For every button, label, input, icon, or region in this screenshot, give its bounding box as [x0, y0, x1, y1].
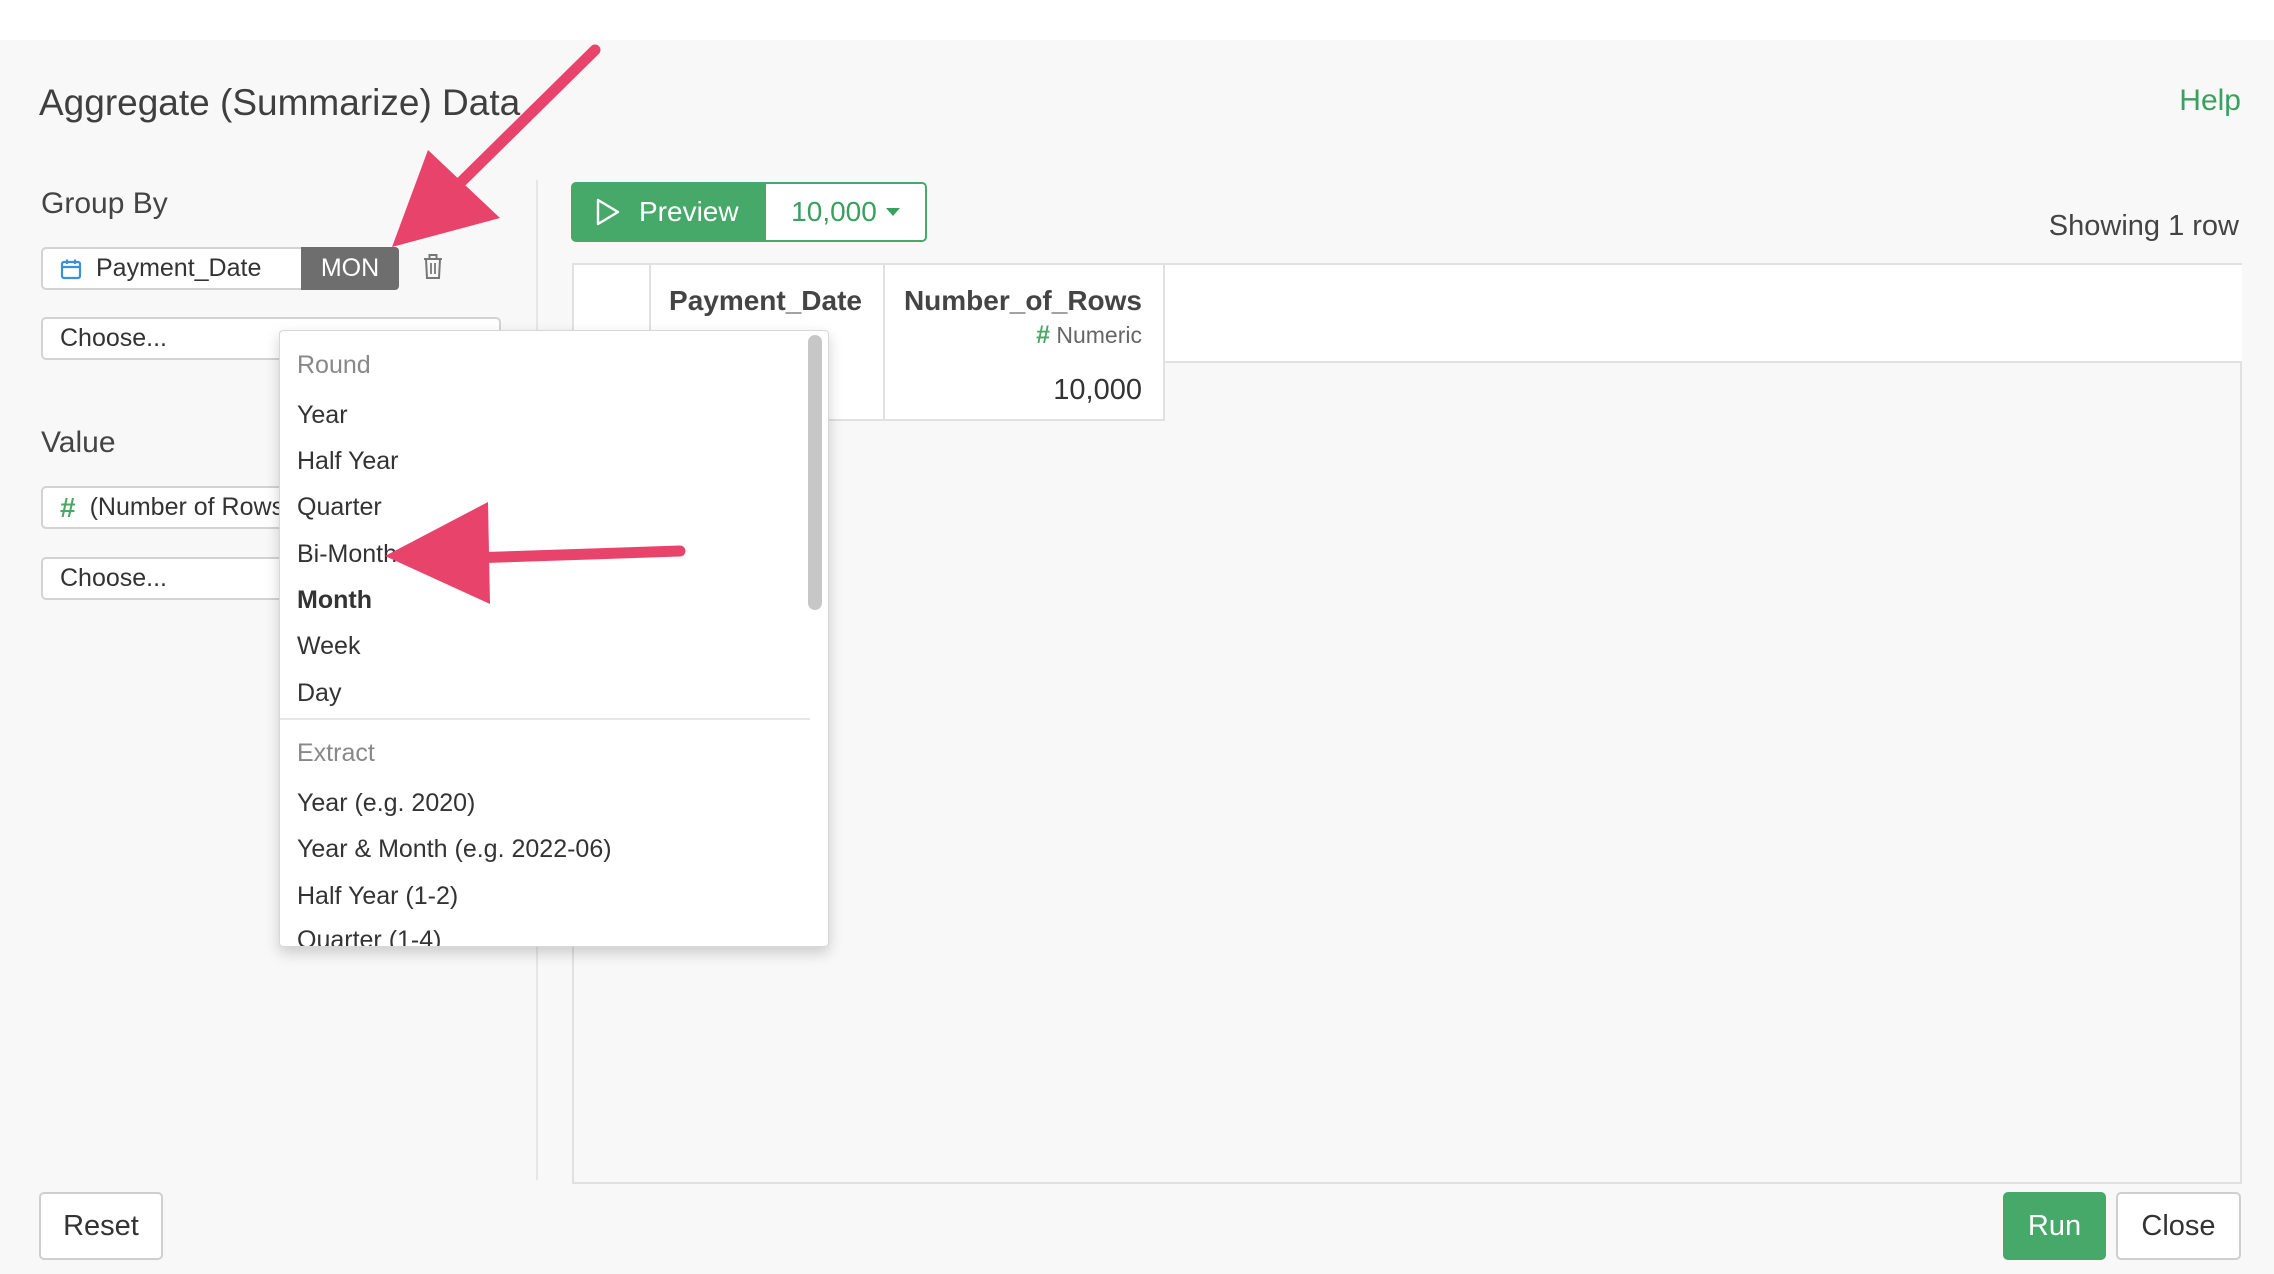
caret-down-icon [885, 208, 900, 216]
dropdown-header-extract: Extract [297, 739, 375, 767]
menu-item-day[interactable]: Day [297, 679, 341, 708]
reset-button[interactable]: Reset [39, 1192, 163, 1260]
row-count-status: Showing 1 row [2048, 210, 2239, 242]
numeric-hash-icon: # [60, 491, 76, 523]
preview-controls: Preview 10,000 [571, 182, 927, 242]
table-cell: 10,000 [885, 363, 1165, 421]
group-by-choose-label: Choose... [60, 324, 168, 352]
row-limit-value: 10,000 [791, 196, 877, 227]
date-unit-button[interactable]: MON [301, 247, 399, 290]
menu-item-year[interactable]: Year [297, 401, 348, 430]
aggregate-dialog: Aggregate (Summarize) Data Help Group By… [0, 40, 2274, 1274]
dropdown-divider [280, 718, 810, 720]
menu-item-week[interactable]: Week [297, 632, 360, 661]
play-icon [595, 198, 621, 226]
dialog-title: Aggregate (Summarize) Data [39, 82, 521, 123]
calendar-icon [60, 258, 82, 280]
date-unit-dropdown-menu: Round Year Half Year Quarter Bi-Month Mo… [279, 330, 829, 947]
run-button[interactable]: Run [2003, 1192, 2106, 1260]
group-by-field[interactable]: Payment_Date [41, 247, 303, 290]
close-button[interactable]: Close [2116, 1192, 2241, 1260]
menu-item-extract-quarter[interactable]: Quarter (1-4) [297, 926, 441, 946]
help-link[interactable]: Help [2179, 84, 2241, 118]
menu-item-extract-half-year[interactable]: Half Year (1-2) [297, 882, 458, 911]
group-by-label: Group By [41, 187, 168, 220]
numeric-hash-icon: # [1036, 321, 1050, 349]
menu-item-extract-year-month[interactable]: Year & Month (e.g. 2022-06) [297, 835, 612, 864]
dropdown-scrollbar[interactable] [808, 335, 822, 610]
menu-item-bi-month[interactable]: Bi-Month [297, 540, 397, 569]
trash-icon[interactable] [421, 253, 445, 286]
group-by-field-value: Payment_Date [96, 254, 262, 282]
value-choose-label: Choose... [60, 564, 168, 592]
preview-button-label: Preview [639, 196, 739, 227]
column-header-number-of-rows[interactable]: Number_of_Rows # Numeric [885, 265, 1165, 363]
dropdown-header-round: Round [297, 351, 371, 379]
menu-item-half-year[interactable]: Half Year [297, 447, 398, 476]
column-name: Number_of_Rows [903, 285, 1142, 316]
value-label: Value [41, 426, 116, 459]
menu-item-extract-year[interactable]: Year (e.g. 2020) [297, 789, 475, 818]
column-name: Payment_Date [669, 285, 862, 316]
value-field-value: (Number of Rows) [89, 493, 293, 521]
row-limit-dropdown[interactable]: 10,000 [766, 182, 927, 242]
menu-item-month[interactable]: Month [297, 586, 372, 615]
column-type: # Numeric [885, 321, 1142, 350]
menu-item-quarter[interactable]: Quarter [297, 493, 382, 522]
preview-button[interactable]: Preview [571, 182, 766, 242]
column-type-label: Numeric [1056, 322, 1142, 348]
